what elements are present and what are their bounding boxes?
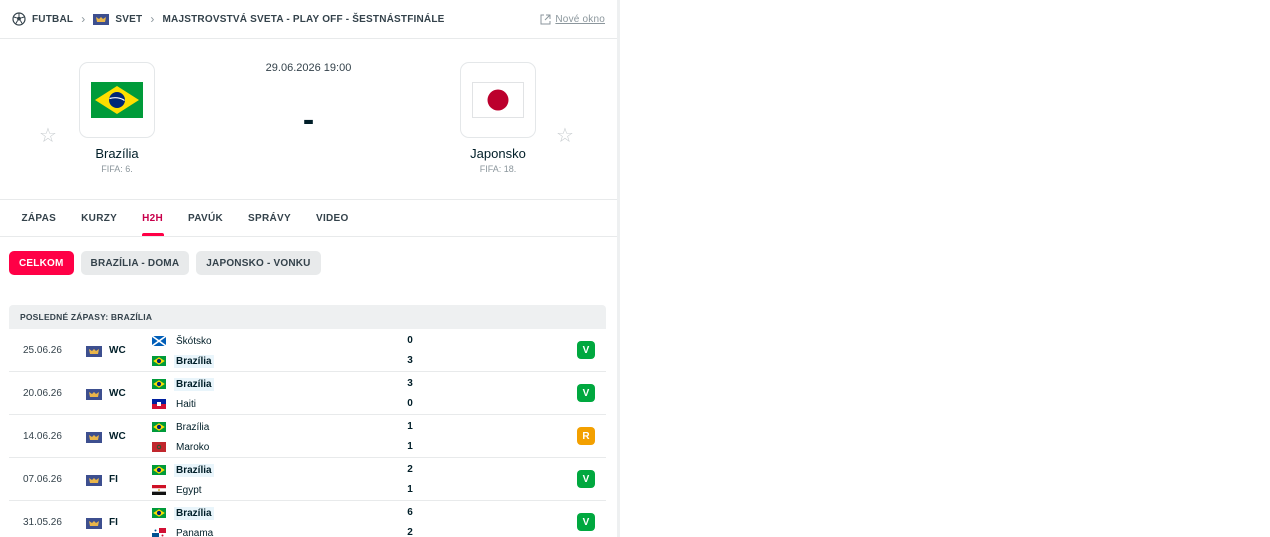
tab-spravy[interactable]: SPRÁVY xyxy=(236,200,304,236)
competition-code: FI xyxy=(109,474,118,485)
haiti-flag-icon xyxy=(152,399,166,409)
match-date: 31.05.26 xyxy=(23,517,62,528)
team2-name: Haiti xyxy=(176,398,197,410)
team1-score: 1 xyxy=(407,421,413,432)
h2h-filters: CELKOM BRAZÍLIA - DOMA JAPONSKO - VONKU xyxy=(0,237,617,289)
brazil-flag-icon xyxy=(152,465,166,475)
competition-flag-icon xyxy=(86,346,102,357)
tab-video[interactable]: VIDEO xyxy=(303,200,361,236)
japan-flag-icon xyxy=(472,82,524,118)
team2-score: 0 xyxy=(407,398,413,409)
chevron-right-icon: › xyxy=(150,12,155,26)
team1-name: Škótsko xyxy=(176,335,212,347)
result-badge: V xyxy=(577,384,595,402)
away-team[interactable]: Japonsko FIFA: 18. xyxy=(438,62,558,174)
competition-code: WC xyxy=(109,345,126,356)
chevron-right-icon: › xyxy=(81,12,86,26)
match-date: 25.06.26 xyxy=(23,345,62,356)
breadcrumb-competition[interactable]: MAJSTROVSTVÁ SVETA - PLAY OFF - ŠESTNÁST… xyxy=(163,14,445,25)
breadcrumb: FUTBAL › SVET › MAJSTROVSTVÁ SVETA - PLA… xyxy=(0,0,617,39)
competition-flag-icon xyxy=(86,518,102,529)
filter-overall[interactable]: CELKOM xyxy=(9,251,74,275)
team2-score: 2 xyxy=(407,527,413,537)
tab-zapas[interactable]: ZÁPAS xyxy=(9,200,69,236)
competition-code: WC xyxy=(109,388,126,399)
home-team-name[interactable]: Brazília xyxy=(57,146,177,161)
away-team-rank: FIFA: 18. xyxy=(479,164,517,174)
scotland-flag-icon xyxy=(151,335,167,347)
table-row[interactable]: 07.06.26 FI Brazília Egypt 2 1 V xyxy=(9,458,606,501)
external-link-icon xyxy=(540,14,551,24)
brazil-flag-icon xyxy=(152,379,166,389)
match-date: 07.06.26 xyxy=(23,474,62,485)
new-window-label: Nové okno xyxy=(555,13,605,25)
result-badge: R xyxy=(577,427,595,445)
team1-score: 2 xyxy=(407,464,413,475)
filter-home[interactable]: BRAZÍLIA - DOMA xyxy=(80,251,190,275)
match-panel: FUTBAL › SVET › MAJSTROVSTVÁ SVETA - PLA… xyxy=(0,0,620,537)
team1-name: Brazília xyxy=(174,506,214,520)
soccer-ball-icon xyxy=(12,12,26,26)
brazil-flag-icon xyxy=(152,356,166,366)
team1-score: 6 xyxy=(407,507,413,518)
team2-score: 1 xyxy=(407,484,413,495)
result-badge: V xyxy=(577,341,595,359)
competition-flag-icon xyxy=(86,432,102,443)
panama-flag-icon xyxy=(152,528,166,537)
brazil-flag-icon xyxy=(152,422,166,432)
team1-score: 3 xyxy=(407,378,413,389)
competition-code: FI xyxy=(109,517,118,528)
table-row[interactable]: 20.06.26 WC Brazília Haiti 3 0 V xyxy=(9,372,606,415)
competition-flag-icon xyxy=(86,389,102,400)
team1-score: 0 xyxy=(407,335,413,346)
breadcrumb-region[interactable]: SVET xyxy=(115,14,142,25)
tab-kurzy[interactable]: KURZY xyxy=(69,200,130,236)
match-date: 14.06.26 xyxy=(23,431,62,442)
team2-name: Panama xyxy=(176,527,214,537)
match-tabs: ZÁPAS KURZY H2H PAVÚK SPRÁVY VIDEO xyxy=(0,200,617,237)
result-badge: V xyxy=(577,470,595,488)
team1-name: Brazília xyxy=(176,421,210,433)
team1-name: Brazília xyxy=(174,463,214,477)
tab-h2h[interactable]: H2H xyxy=(130,200,176,236)
egypt-flag-icon xyxy=(152,485,166,495)
home-team-rank: FIFA: 6. xyxy=(101,164,133,174)
breadcrumb-sport[interactable]: FUTBAL xyxy=(32,14,73,25)
team1-name: Brazília xyxy=(174,377,214,391)
team2-name: Egypt xyxy=(176,484,202,496)
tab-pavuk[interactable]: PAVÚK xyxy=(176,200,236,236)
favorite-star-icon-away[interactable]: ☆ xyxy=(556,126,574,146)
competition-code: WC xyxy=(109,431,126,442)
brazil-flag-icon xyxy=(152,508,166,518)
team2-name: Maroko xyxy=(176,441,210,453)
away-team-name[interactable]: Japonsko xyxy=(438,146,558,161)
h2h-table: 25.06.26 WC Škótsko Brazília 0 3 V 20.06… xyxy=(0,329,617,537)
table-row[interactable]: 31.05.26 FI Brazília Panama 6 2 V xyxy=(9,501,606,537)
result-badge: V xyxy=(577,513,595,531)
new-window-link[interactable]: Nové okno xyxy=(540,14,605,25)
section-title: POSLEDNÉ ZÁPASY: BRAZÍLIA xyxy=(9,305,606,329)
filter-away[interactable]: JAPONSKO - VONKU xyxy=(196,251,321,275)
table-row[interactable]: 14.06.26 WC Brazília Maroko 1 1 R xyxy=(9,415,606,458)
table-row[interactable]: 25.06.26 WC Škótsko Brazília 0 3 V xyxy=(9,329,606,372)
match-header: ☆ Brazília FIFA: 6. 29.06.2026 19:00 - J… xyxy=(0,39,617,200)
team2-score: 1 xyxy=(407,441,413,452)
morocco-flag-icon xyxy=(152,442,166,452)
match-date: 20.06.26 xyxy=(23,388,62,399)
competition-flag-icon xyxy=(86,475,102,486)
world-flag-icon xyxy=(93,13,110,25)
away-team-logo xyxy=(460,62,536,138)
team2-name: Brazília xyxy=(174,354,214,368)
team2-score: 3 xyxy=(407,355,413,366)
